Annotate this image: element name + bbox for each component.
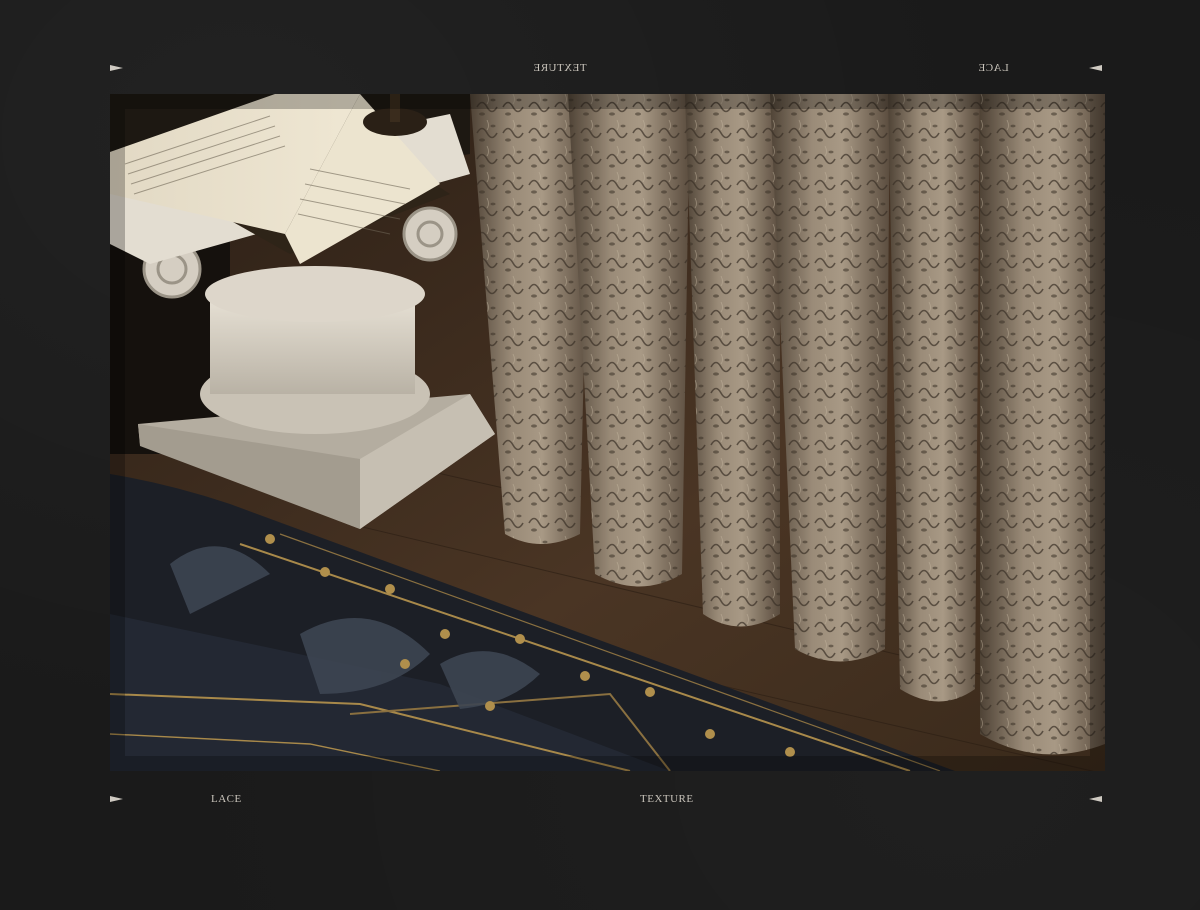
poster-page: TEXTURE LACE LACE TEXTURE <box>0 0 1200 910</box>
top-lace-label: LACE <box>978 62 1009 74</box>
arrow-left-icon <box>1089 796 1102 802</box>
arrow-right-icon <box>110 65 123 71</box>
lace-curtain-photo <box>110 94 1105 771</box>
arrow-right-icon <box>110 796 123 802</box>
top-texture-label: TEXTURE <box>533 62 587 74</box>
bottom-texture-label: TEXTURE <box>640 793 694 805</box>
arrow-left-icon <box>1089 65 1102 71</box>
bottom-lace-label: LACE <box>211 793 242 805</box>
